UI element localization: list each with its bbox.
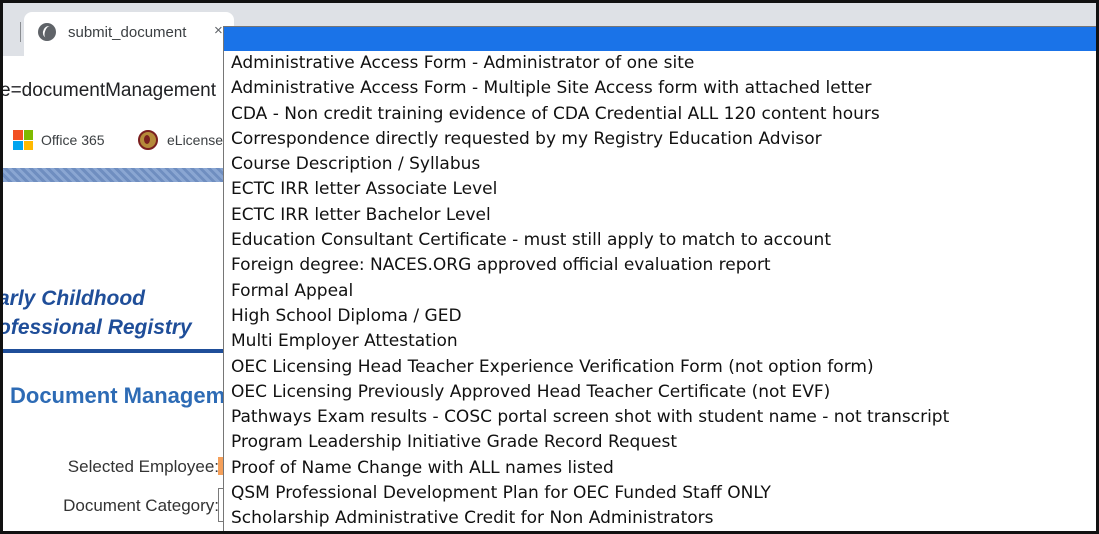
bookmark-office-365[interactable]: Office 365 bbox=[41, 132, 105, 148]
dropdown-option[interactable]: Course Description / Syllabus bbox=[224, 152, 1098, 177]
dropdown-option[interactable]: CDA - Non credit training evidence of CD… bbox=[224, 102, 1098, 127]
dropdown-option[interactable]: Program Leadership Initiative Grade Reco… bbox=[224, 430, 1098, 455]
dropdown-option[interactable]: Foreign degree: NACES.ORG approved offic… bbox=[224, 253, 1098, 278]
dropdown-option[interactable]: OEC Licensing Previously Approved Head T… bbox=[224, 380, 1098, 405]
selected-employee-label: Selected Employee: bbox=[67, 457, 219, 476]
dropdown-option-blank[interactable] bbox=[224, 27, 1098, 51]
brand-line-2: ofessional Registry bbox=[0, 316, 192, 339]
document-category-dropdown[interactable]: Administrative Access Form - Administrat… bbox=[223, 26, 1099, 534]
dropdown-option[interactable]: Pathways Exam results - COSC portal scre… bbox=[224, 405, 1098, 430]
dropdown-option[interactable]: Education Consultant Certificate - must … bbox=[224, 228, 1098, 253]
page-title: Document Management bbox=[10, 383, 259, 408]
dropdown-option[interactable]: Scholarship Administrative Credit for No… bbox=[224, 506, 1098, 531]
elicense-icon bbox=[138, 130, 158, 150]
dropdown-option[interactable]: High School Diploma / GED bbox=[224, 304, 1098, 329]
dropdown-option[interactable]: ECTC IRR letter Associate Level bbox=[224, 177, 1098, 202]
dropdown-option[interactable]: Correspondence directly requested by my … bbox=[224, 127, 1098, 152]
url-text[interactable]: e=documentManagement bbox=[0, 80, 216, 102]
close-icon[interactable]: × bbox=[214, 22, 223, 39]
dropdown-option[interactable]: Administrative Access Form - Administrat… bbox=[224, 51, 1098, 76]
brand-line-1: arly Childhood bbox=[0, 287, 145, 310]
tab-title: submit_document bbox=[68, 24, 187, 41]
document-category-label: Document Category: bbox=[63, 496, 219, 515]
dropdown-option[interactable]: Formal Appeal bbox=[224, 279, 1098, 304]
dropdown-option[interactable]: Proof of Name Change with ALL names list… bbox=[224, 456, 1098, 481]
dropdown-option[interactable]: OEC Licensing Head Teacher Experience Ve… bbox=[224, 355, 1098, 380]
dropdown-option[interactable]: Administrative Access Form - Multiple Si… bbox=[224, 76, 1098, 101]
tab-separator bbox=[20, 22, 21, 42]
globe-icon bbox=[38, 23, 56, 41]
dropdown-option[interactable]: Multi Employer Attestation bbox=[224, 329, 1098, 354]
brand-underline bbox=[0, 349, 225, 353]
bookmark-elicense[interactable]: eLicense bbox=[167, 132, 223, 148]
dropdown-option[interactable]: ECTC IRR letter Bachelor Level bbox=[224, 203, 1098, 228]
dropdown-option[interactable]: QSM Professional Development Plan for OE… bbox=[224, 481, 1098, 506]
browser-tab[interactable]: submit_document × bbox=[24, 12, 234, 56]
office-365-icon bbox=[13, 130, 33, 150]
